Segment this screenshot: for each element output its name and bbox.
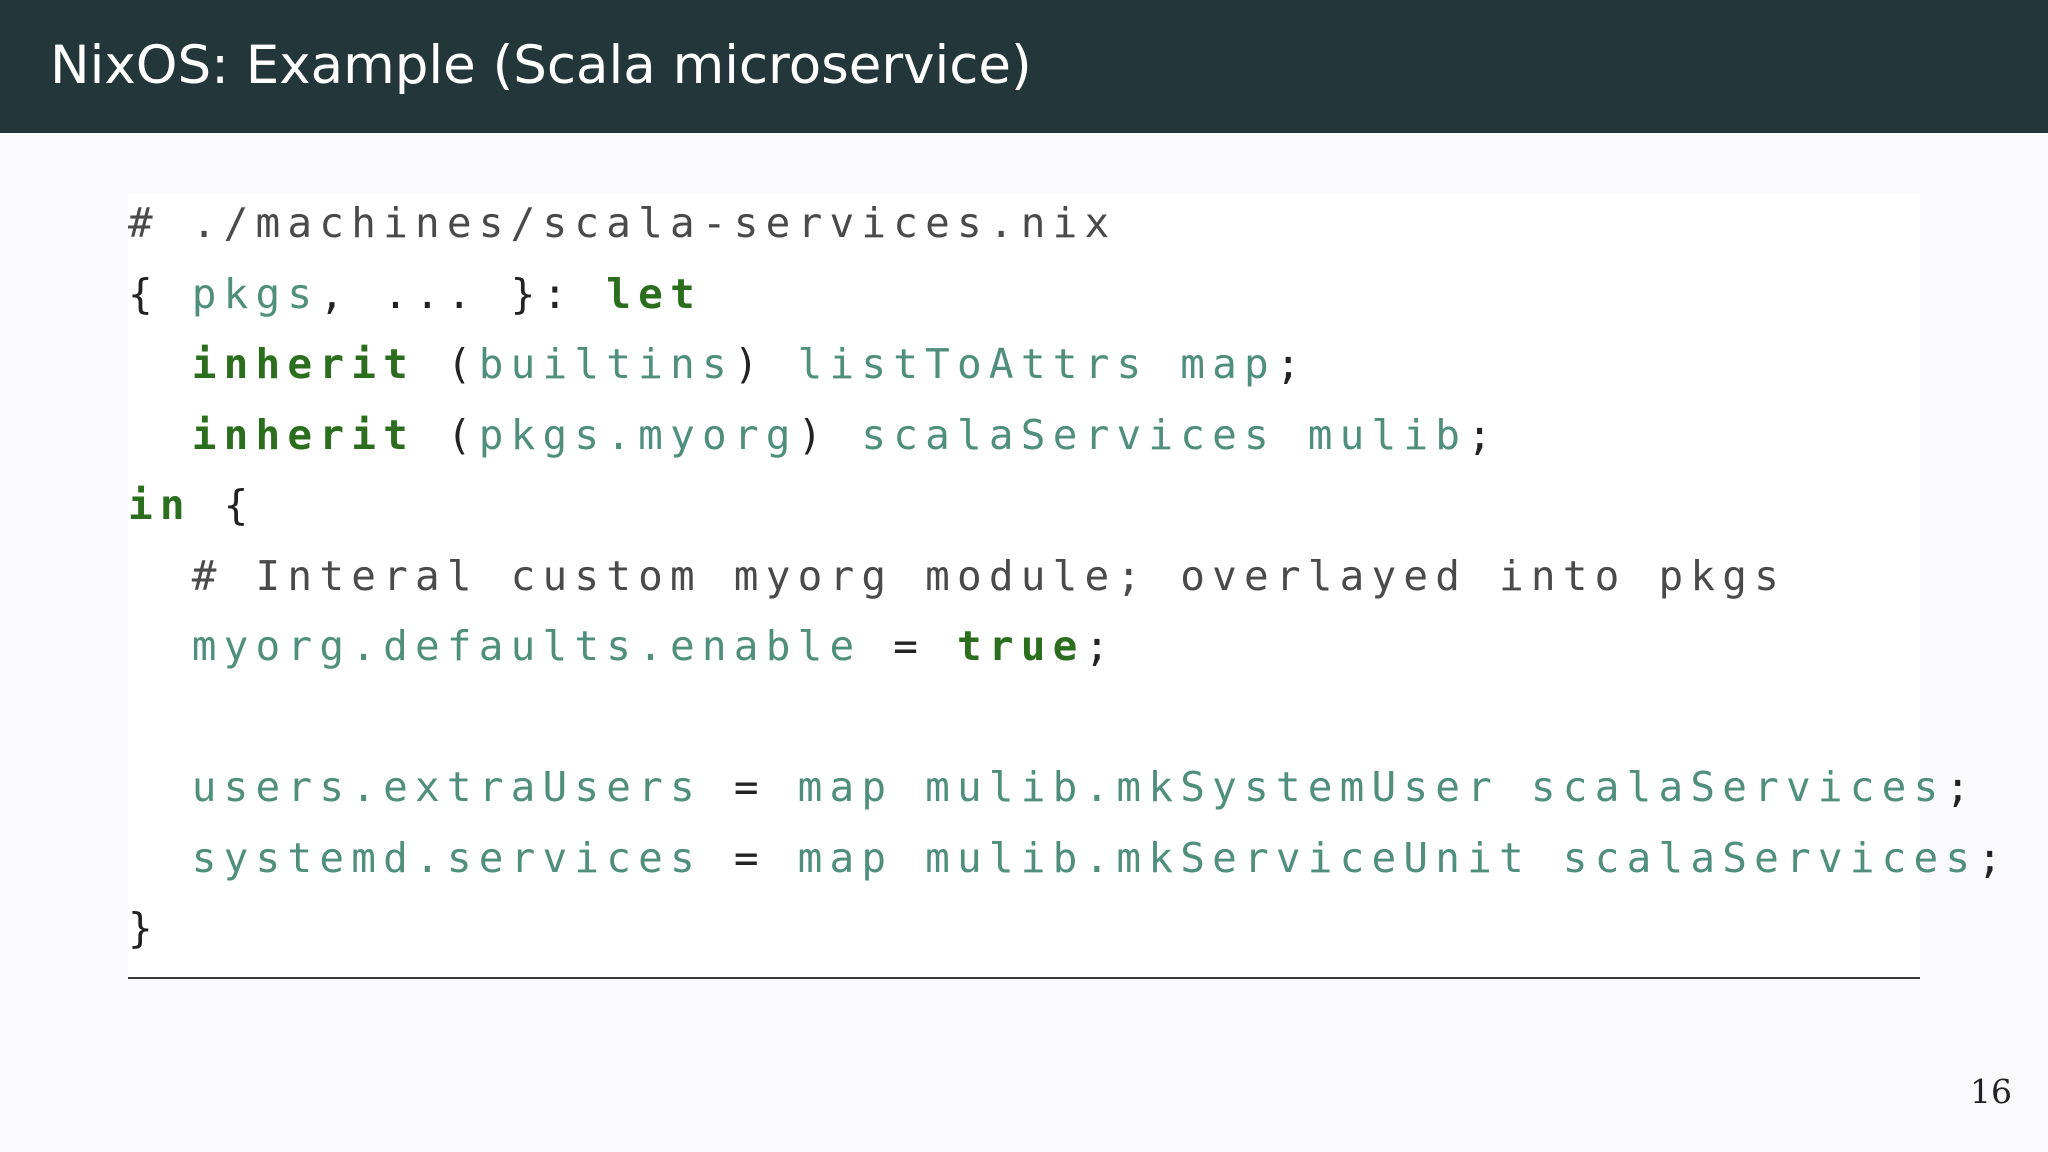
code-token-plain: ): [733, 340, 798, 388]
code-line: { pkgs, ... }: let: [128, 264, 702, 324]
code-line: myorg.defaults.enable = true;: [128, 616, 1116, 676]
title-bar: NixOS: Example (Scala microservice): [0, 0, 2048, 133]
code-token-ident: pkgs: [191, 269, 320, 318]
code-token-plain: ;: [1275, 340, 1308, 388]
code-token-plain: =: [861, 622, 958, 670]
code-token-plain: =: [701, 833, 798, 882]
code-token-ident: myorg.defaults.enable: [191, 622, 862, 670]
code-token-keyword: true: [957, 622, 1085, 670]
code-token-plain: ;: [1467, 410, 1500, 459]
code-line: in {: [128, 475, 256, 535]
code-token-plain: {: [191, 481, 256, 529]
code-token-ident: map mulib.mkServiceUnit scalaServices: [797, 833, 1978, 882]
code-token-ident: listToAttrs map: [797, 340, 1276, 388]
code-token-plain: (: [414, 410, 479, 459]
code-token-plain: =: [701, 763, 798, 811]
code-token-ident: map mulib.mkSystemUser scalaServices: [797, 763, 1946, 811]
code-line: inherit (builtins) listToAttrs map;: [128, 334, 1308, 394]
code-token-plain: , ... }:: [319, 269, 607, 318]
code-line: # ./machines/scala-services.nix: [128, 193, 1116, 253]
code-token-keyword: inherit: [191, 410, 415, 459]
code-token-keyword: inherit: [191, 340, 415, 388]
code-line: }: [128, 898, 160, 958]
code-token-keyword: in: [128, 481, 192, 529]
code-token-comment: # ./machines/scala-services.nix: [128, 199, 1117, 247]
code-token-ident: scalaServices mulib: [861, 410, 1468, 459]
code-line: users.extraUsers = map mulib.mkSystemUse…: [128, 757, 1977, 817]
code-token-ident: pkgs.myorg: [478, 410, 798, 459]
code-token-keyword: let: [606, 269, 702, 318]
slide-title: NixOS: Example (Scala microservice): [50, 35, 1032, 96]
code-token-plain: (: [414, 340, 479, 388]
code-line: inherit (pkgs.myorg) scalaServices mulib…: [128, 405, 1499, 465]
code-token-plain: ;: [1945, 763, 1978, 811]
code-token-comment: # Interal custom myorg module; overlayed…: [191, 551, 1786, 600]
page-number: 16: [1970, 1072, 2012, 1111]
code-token-plain: ;: [1977, 833, 2010, 882]
code-token-plain: {: [128, 269, 192, 318]
code-token-ident: builtins: [478, 340, 734, 388]
code-token-plain: ;: [1084, 622, 1117, 670]
code-token-plain: ): [797, 410, 862, 459]
code-line: # Interal custom myorg module; overlayed…: [128, 546, 1786, 606]
code-token-ident: users.extraUsers: [191, 763, 702, 811]
code-block: # ./machines/scala-services.nix { pkgs, .…: [128, 193, 2002, 979]
code-line: systemd.services = map mulib.mkServiceUn…: [128, 828, 2009, 888]
code-token-plain: }: [128, 904, 160, 952]
slide: NixOS: Example (Scala microservice) # ./…: [0, 0, 2048, 1152]
code-token-ident: systemd.services: [191, 833, 702, 882]
